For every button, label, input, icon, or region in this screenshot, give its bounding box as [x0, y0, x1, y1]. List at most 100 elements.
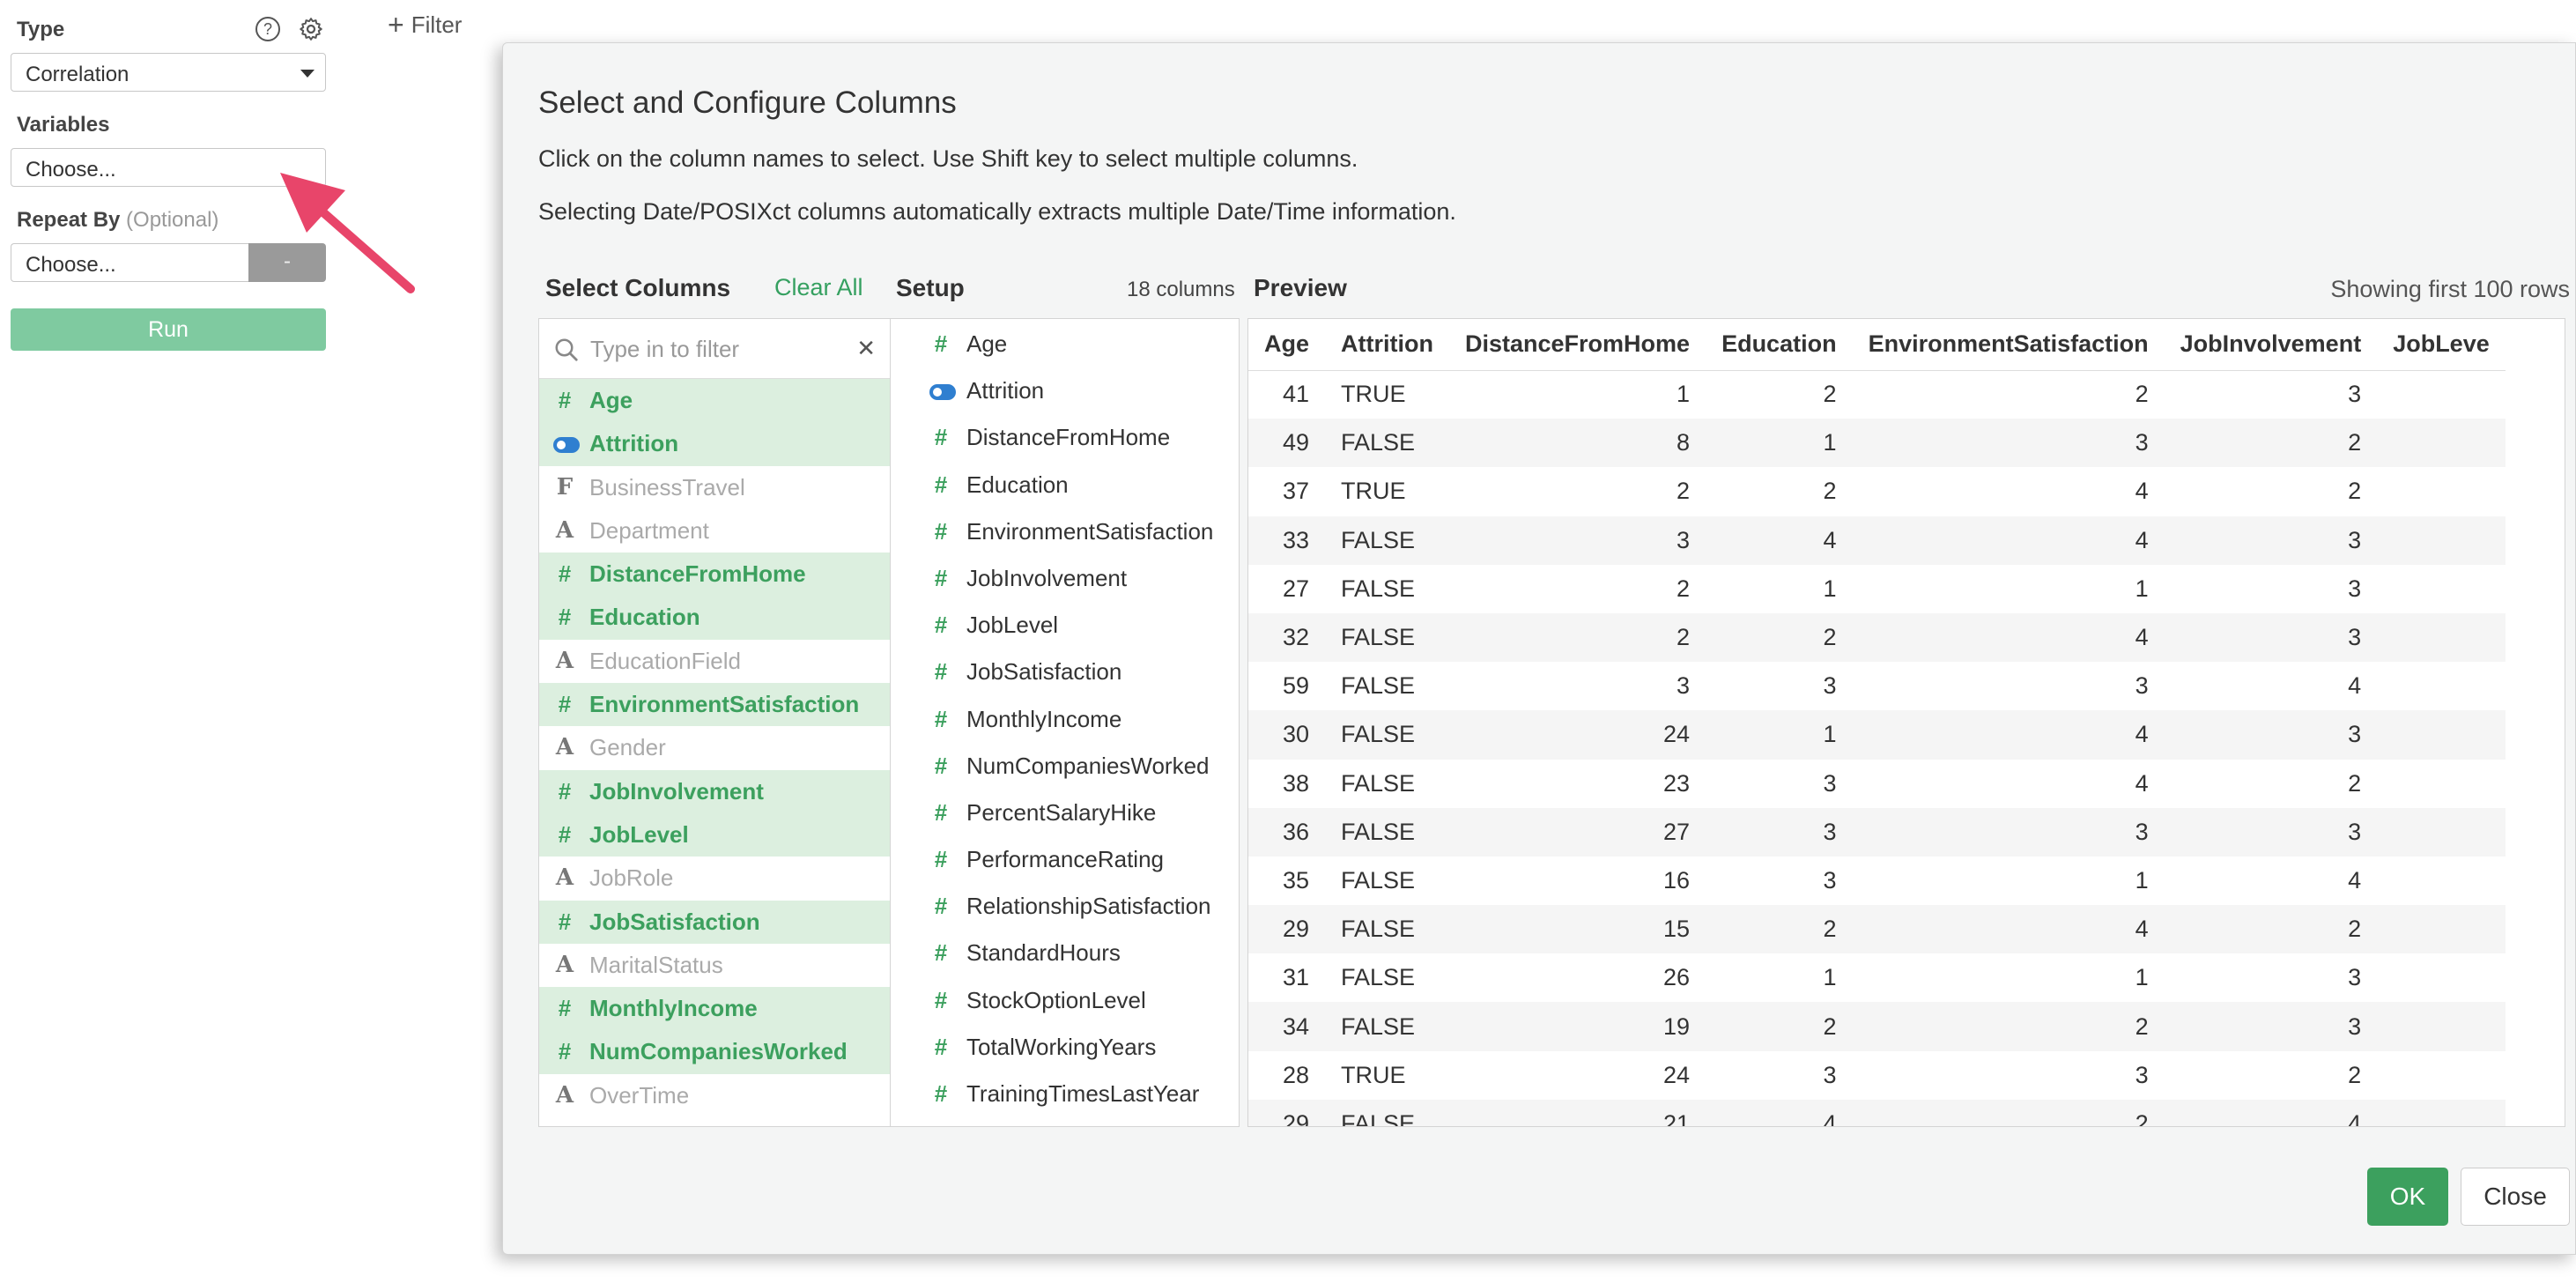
- setup-item[interactable]: # TrainingTimesLastYear: [891, 1071, 1239, 1117]
- setup-item[interactable]: # JobLevel: [891, 602, 1239, 649]
- logical-toggle-icon: [929, 384, 956, 401]
- table-cell: 2: [2164, 419, 2378, 468]
- numeric-type-icon: #: [934, 752, 948, 779]
- setup-item[interactable]: # RelationshipSatisfaction: [891, 883, 1239, 930]
- table-cell: 23: [1663, 769, 1691, 797]
- table-row: 59 FALSE 3 3 3 4: [1248, 662, 2506, 710]
- setup-item[interactable]: # JobSatisfaction: [891, 649, 1239, 695]
- table-cell: 4: [1852, 710, 2165, 760]
- setup-item[interactable]: # EnvironmentSatisfaction: [891, 508, 1239, 555]
- numeric-type-icon: #: [934, 939, 948, 967]
- column-item[interactable]: # Age: [539, 379, 890, 423]
- preview-table: Age Attrition DistanceFromHome Education Env…: [1248, 319, 2506, 1126]
- table-cell: 24: [1448, 710, 1706, 760]
- help-icon[interactable]: ?: [255, 17, 280, 41]
- column-item[interactable]: # JobSatisfaction: [539, 900, 890, 944]
- character-type-icon: A: [555, 951, 574, 978]
- column-name: MonthlyIncome: [589, 995, 758, 1022]
- table-cell: 1: [1823, 964, 1837, 991]
- table-cell: 4: [1852, 515, 2165, 565]
- column-item[interactable]: A MaritalStatus: [539, 943, 890, 988]
- table-cell: 3: [2348, 381, 2362, 408]
- setup-item[interactable]: # Education: [891, 462, 1239, 508]
- numeric-type-icon: #: [558, 1038, 572, 1065]
- setup-item[interactable]: # DistanceFromHome: [891, 414, 1239, 461]
- table-cell: 15: [1448, 905, 1706, 954]
- column-item[interactable]: A OverTime: [539, 1073, 890, 1118]
- dialog-description: Click on the column names to select. Use…: [538, 145, 1358, 172]
- setup-item[interactable]: # JobInvolvement: [891, 555, 1239, 602]
- table-cell: [2377, 565, 2506, 613]
- table-cell: TRUE: [1341, 1061, 1406, 1088]
- column-item[interactable]: # Education: [539, 596, 890, 640]
- table-cell: 38: [1282, 769, 1310, 797]
- setup-item[interactable]: # TotalWorkingYears: [891, 1024, 1239, 1071]
- column-item[interactable]: # JobLevel: [539, 812, 890, 857]
- setup-item[interactable]: # MonthlyIncome: [891, 696, 1239, 743]
- column-item[interactable]: A EducationField: [539, 639, 890, 684]
- column-item[interactable]: # EnvironmentSatisfaction: [539, 683, 890, 727]
- numeric-type-icon: #: [558, 777, 572, 805]
- setup-column-name: TotalWorkingYears: [966, 1033, 1157, 1060]
- table-cell: 2: [2348, 1061, 2362, 1088]
- clear-filter-icon[interactable]: ✕: [856, 335, 876, 362]
- setup-item[interactable]: # StockOptionLevel: [891, 977, 1239, 1024]
- add-filter-button[interactable]: + Filter: [388, 9, 462, 41]
- numeric-type-icon: #: [934, 705, 948, 732]
- table-row: 34 FALSE 19 2 2 3: [1248, 1002, 2506, 1051]
- table-cell: 3: [1706, 807, 1853, 857]
- table-cell: 33: [1248, 515, 1326, 565]
- setup-column-name: StockOptionLevel: [966, 986, 1146, 1013]
- plus-icon: +: [388, 9, 404, 41]
- table-cell: [2377, 857, 2506, 905]
- table-cell: 4: [1852, 905, 2165, 954]
- gear-icon[interactable]: [298, 16, 324, 42]
- column-item[interactable]: A Gender: [539, 726, 890, 770]
- column-item[interactable]: F BusinessTravel: [539, 465, 890, 509]
- repeat-by-label-text: Repeat By: [17, 208, 121, 232]
- table-cell: 4: [2135, 769, 2149, 797]
- table-cell: [2377, 370, 2506, 419]
- table-cell: 1: [2135, 866, 2149, 894]
- setup-item[interactable]: # StandardHours: [891, 930, 1239, 976]
- table-cell: 3: [2135, 1061, 2149, 1088]
- repeat-by-select[interactable]: Choose...: [11, 243, 248, 282]
- setup-item[interactable]: # Age: [891, 321, 1239, 367]
- column-item[interactable]: # NumCompaniesWorked: [539, 1030, 890, 1074]
- column-item[interactable]: # JobInvolvement: [539, 769, 890, 813]
- column-item[interactable]: Attrition: [539, 422, 890, 466]
- table-cell: 29: [1248, 905, 1326, 954]
- column-item[interactable]: # MonthlyIncome: [539, 987, 890, 1031]
- column-name: EducationField: [589, 647, 741, 674]
- setup-column-name: StandardHours: [966, 939, 1121, 967]
- table-cell: 1: [2135, 575, 2149, 602]
- table-cell: 3: [1852, 419, 2165, 468]
- column-name: Age: [589, 387, 633, 413]
- toggle-icon: [929, 367, 956, 414]
- dialog-title: Select and Configure Columns: [538, 85, 957, 120]
- numeric-type-icon: #: [558, 908, 572, 935]
- clear-all-link[interactable]: Clear All: [774, 274, 863, 301]
- table-cell: 2: [1823, 381, 1837, 408]
- close-button[interactable]: Close: [2461, 1168, 2570, 1226]
- table-cell: 4: [2164, 1099, 2378, 1126]
- table-cell: 4: [1706, 515, 1853, 565]
- table-cell: 2: [1823, 478, 1837, 505]
- column-item[interactable]: A JobRole: [539, 857, 890, 901]
- table-cell: [2377, 662, 2506, 710]
- preview-column-header: JobInvolvement: [2164, 319, 2378, 371]
- setup-item[interactable]: # PercentSalaryHike: [891, 790, 1239, 836]
- setup-item[interactable]: Attrition: [891, 367, 1239, 414]
- run-button[interactable]: Run: [11, 308, 326, 351]
- type-select[interactable]: Correlation: [11, 53, 326, 92]
- setup-column-name: PercentSalaryHike: [966, 798, 1157, 826]
- column-item[interactable]: A Department: [539, 508, 890, 553]
- setup-header: Setup: [896, 274, 965, 301]
- column-item[interactable]: # DistanceFromHome: [539, 553, 890, 597]
- setup-item[interactable]: # PerformanceRating: [891, 836, 1239, 883]
- setup-item[interactable]: # NumCompaniesWorked: [891, 743, 1239, 790]
- filter-input[interactable]: [590, 330, 837, 368]
- ok-button[interactable]: OK: [2367, 1168, 2448, 1226]
- table-cell: FALSE: [1341, 769, 1416, 797]
- preview-table-container[interactable]: Age Attrition DistanceFromHome Education Env…: [1247, 318, 2565, 1127]
